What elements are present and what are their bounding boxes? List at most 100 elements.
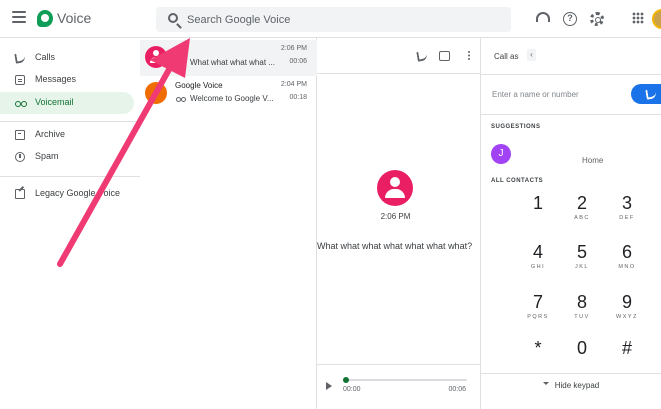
voicemail-detail: 2:06 PM What what what what what what wh… [317, 38, 481, 409]
key-digit: 1 [532, 193, 543, 213]
key-digit: 9 [621, 292, 632, 312]
key-3[interactable]: 3 DEF [605, 188, 649, 232]
collapse-icon [542, 381, 549, 390]
account-avatar[interactable] [652, 9, 661, 29]
contact-avatar [377, 170, 413, 206]
divider [481, 74, 661, 75]
search-bar[interactable] [156, 7, 511, 32]
app-title[interactable]: Voice [57, 10, 91, 26]
gear-icon[interactable] [590, 12, 604, 26]
voicemail-time: 2:06 PM [280, 45, 307, 52]
audio-current-time: 00:00 [343, 386, 361, 393]
key-digit: 8 [576, 292, 587, 312]
sidebar-item-spam[interactable]: Spam [0, 146, 134, 168]
voicemail-timestamp: 2:06 PM [380, 212, 411, 221]
key-letters: WXYZ [616, 314, 638, 320]
search-input[interactable] [187, 11, 497, 28]
top-bar: Voice ? [0, 0, 661, 38]
voicemail-list: What what what what ... 2:06 PM 00:06 Go… [140, 38, 317, 409]
call-as-selector[interactable]: ‹ [527, 49, 536, 61]
divider [481, 114, 661, 115]
list-item[interactable]: What what what what ... 2:06 PM 00:06 [140, 40, 317, 76]
sidebar-item-legacy-google-voice[interactable]: Legacy Google Voice [0, 183, 134, 205]
search-icon[interactable] [168, 13, 178, 23]
key-digit: 3 [621, 193, 632, 213]
voicemail-transcript: What what what what what what what? [317, 241, 473, 251]
voicemail-preview: Welcome to Google V... [190, 94, 274, 103]
suggestion-phone-type[interactable]: Home [582, 156, 603, 165]
key-digit: 2 [576, 193, 587, 213]
key-letters: JKL [575, 264, 589, 270]
sidebar-item-messages[interactable]: Messages [0, 69, 134, 91]
apps-grid-icon[interactable] [632, 12, 644, 24]
call-phone-icon[interactable] [416, 50, 428, 62]
key-letters: MNO [618, 264, 636, 270]
key-4[interactable]: 4 GHI [516, 237, 560, 281]
spam-icon [15, 152, 25, 162]
voicemail-icon [15, 98, 27, 108]
sidebar-item-label: Spam [35, 151, 59, 161]
key-2[interactable]: 2 ABC [560, 188, 604, 232]
hide-keypad-button[interactable]: Hide keypad [481, 381, 661, 390]
key-letters: ABC [574, 215, 590, 221]
key-7[interactable]: 7 PQRS [516, 287, 560, 331]
voicemail-duration: 00:18 [289, 94, 307, 101]
audio-progress-handle[interactable] [343, 377, 349, 383]
message-icon [15, 75, 25, 85]
suggestion-avatar[interactable]: J [491, 144, 511, 164]
sidebar-item-archive[interactable]: Archive [0, 124, 134, 146]
key-digit: 0 [576, 338, 587, 358]
key-digit: * [534, 338, 542, 358]
key-9[interactable]: 9 WXYZ [605, 287, 649, 331]
key-digit: # [621, 338, 632, 358]
voicemail-preview: What what what what ... [190, 58, 275, 67]
key-digit: 4 [532, 242, 543, 262]
audio-total-time: 00:06 [448, 386, 466, 393]
headset-support-icon[interactable] [536, 12, 550, 22]
key-hash[interactable]: # [605, 333, 649, 377]
key-digit: 5 [576, 242, 587, 262]
key-letters: TUV [574, 314, 590, 320]
contact-avatar [145, 46, 167, 68]
key-letters: GHI [530, 264, 546, 270]
google-voice-logo-icon[interactable] [37, 10, 53, 27]
call-button[interactable] [631, 84, 661, 104]
audio-player: 00:00 00:06 [317, 364, 481, 409]
sidebar-item-label: Calls [35, 52, 56, 62]
divider [481, 373, 661, 374]
help-icon[interactable]: ? [563, 12, 577, 26]
more-options-icon[interactable] [468, 51, 470, 53]
nav-divider [0, 176, 140, 177]
sidebar-item-label: Voicemail [35, 97, 74, 107]
dial-number-input[interactable] [492, 86, 622, 102]
key-digit: 6 [621, 242, 632, 262]
list-item[interactable]: Google Voice Welcome to Google V... 2:04… [140, 76, 317, 112]
key-8[interactable]: 8 TUV [560, 287, 604, 331]
key-6[interactable]: 6 MNO [605, 237, 649, 281]
sidebar-item-voicemail[interactable]: Voicemail [0, 92, 134, 114]
phone-icon [14, 52, 26, 64]
message-icon[interactable] [439, 51, 450, 61]
key-digit: 7 [532, 292, 543, 312]
key-0[interactable]: 0 [560, 333, 604, 377]
open-external-icon [15, 189, 25, 199]
key-letters: DEF [619, 215, 635, 221]
contact-name: Google Voice [175, 81, 223, 90]
voicemail-time: 2:04 PM [280, 81, 307, 88]
voicemail-icon [176, 97, 186, 103]
play-icon[interactable] [326, 382, 332, 390]
key-1[interactable]: 1 [516, 188, 560, 232]
sidebar-item-label: Archive [35, 129, 66, 139]
nav-divider [0, 121, 140, 122]
key-star[interactable]: * [516, 333, 560, 377]
audio-progress-track[interactable] [343, 377, 467, 383]
main-menu-icon[interactable] [12, 11, 26, 25]
sidebar-item-label: Messages [35, 74, 77, 84]
contact-avatar [145, 82, 167, 104]
sidebar-nav: Calls Messages Voicemail Archive Spam Le… [0, 38, 140, 409]
voicemail-icon [176, 61, 186, 67]
sidebar-item-calls[interactable]: Calls [0, 47, 134, 69]
sidebar-item-label: Legacy Google Voice [35, 188, 121, 198]
suggestions-heading: SUGGESTIONS [491, 124, 541, 130]
key-5[interactable]: 5 JKL [560, 237, 604, 281]
